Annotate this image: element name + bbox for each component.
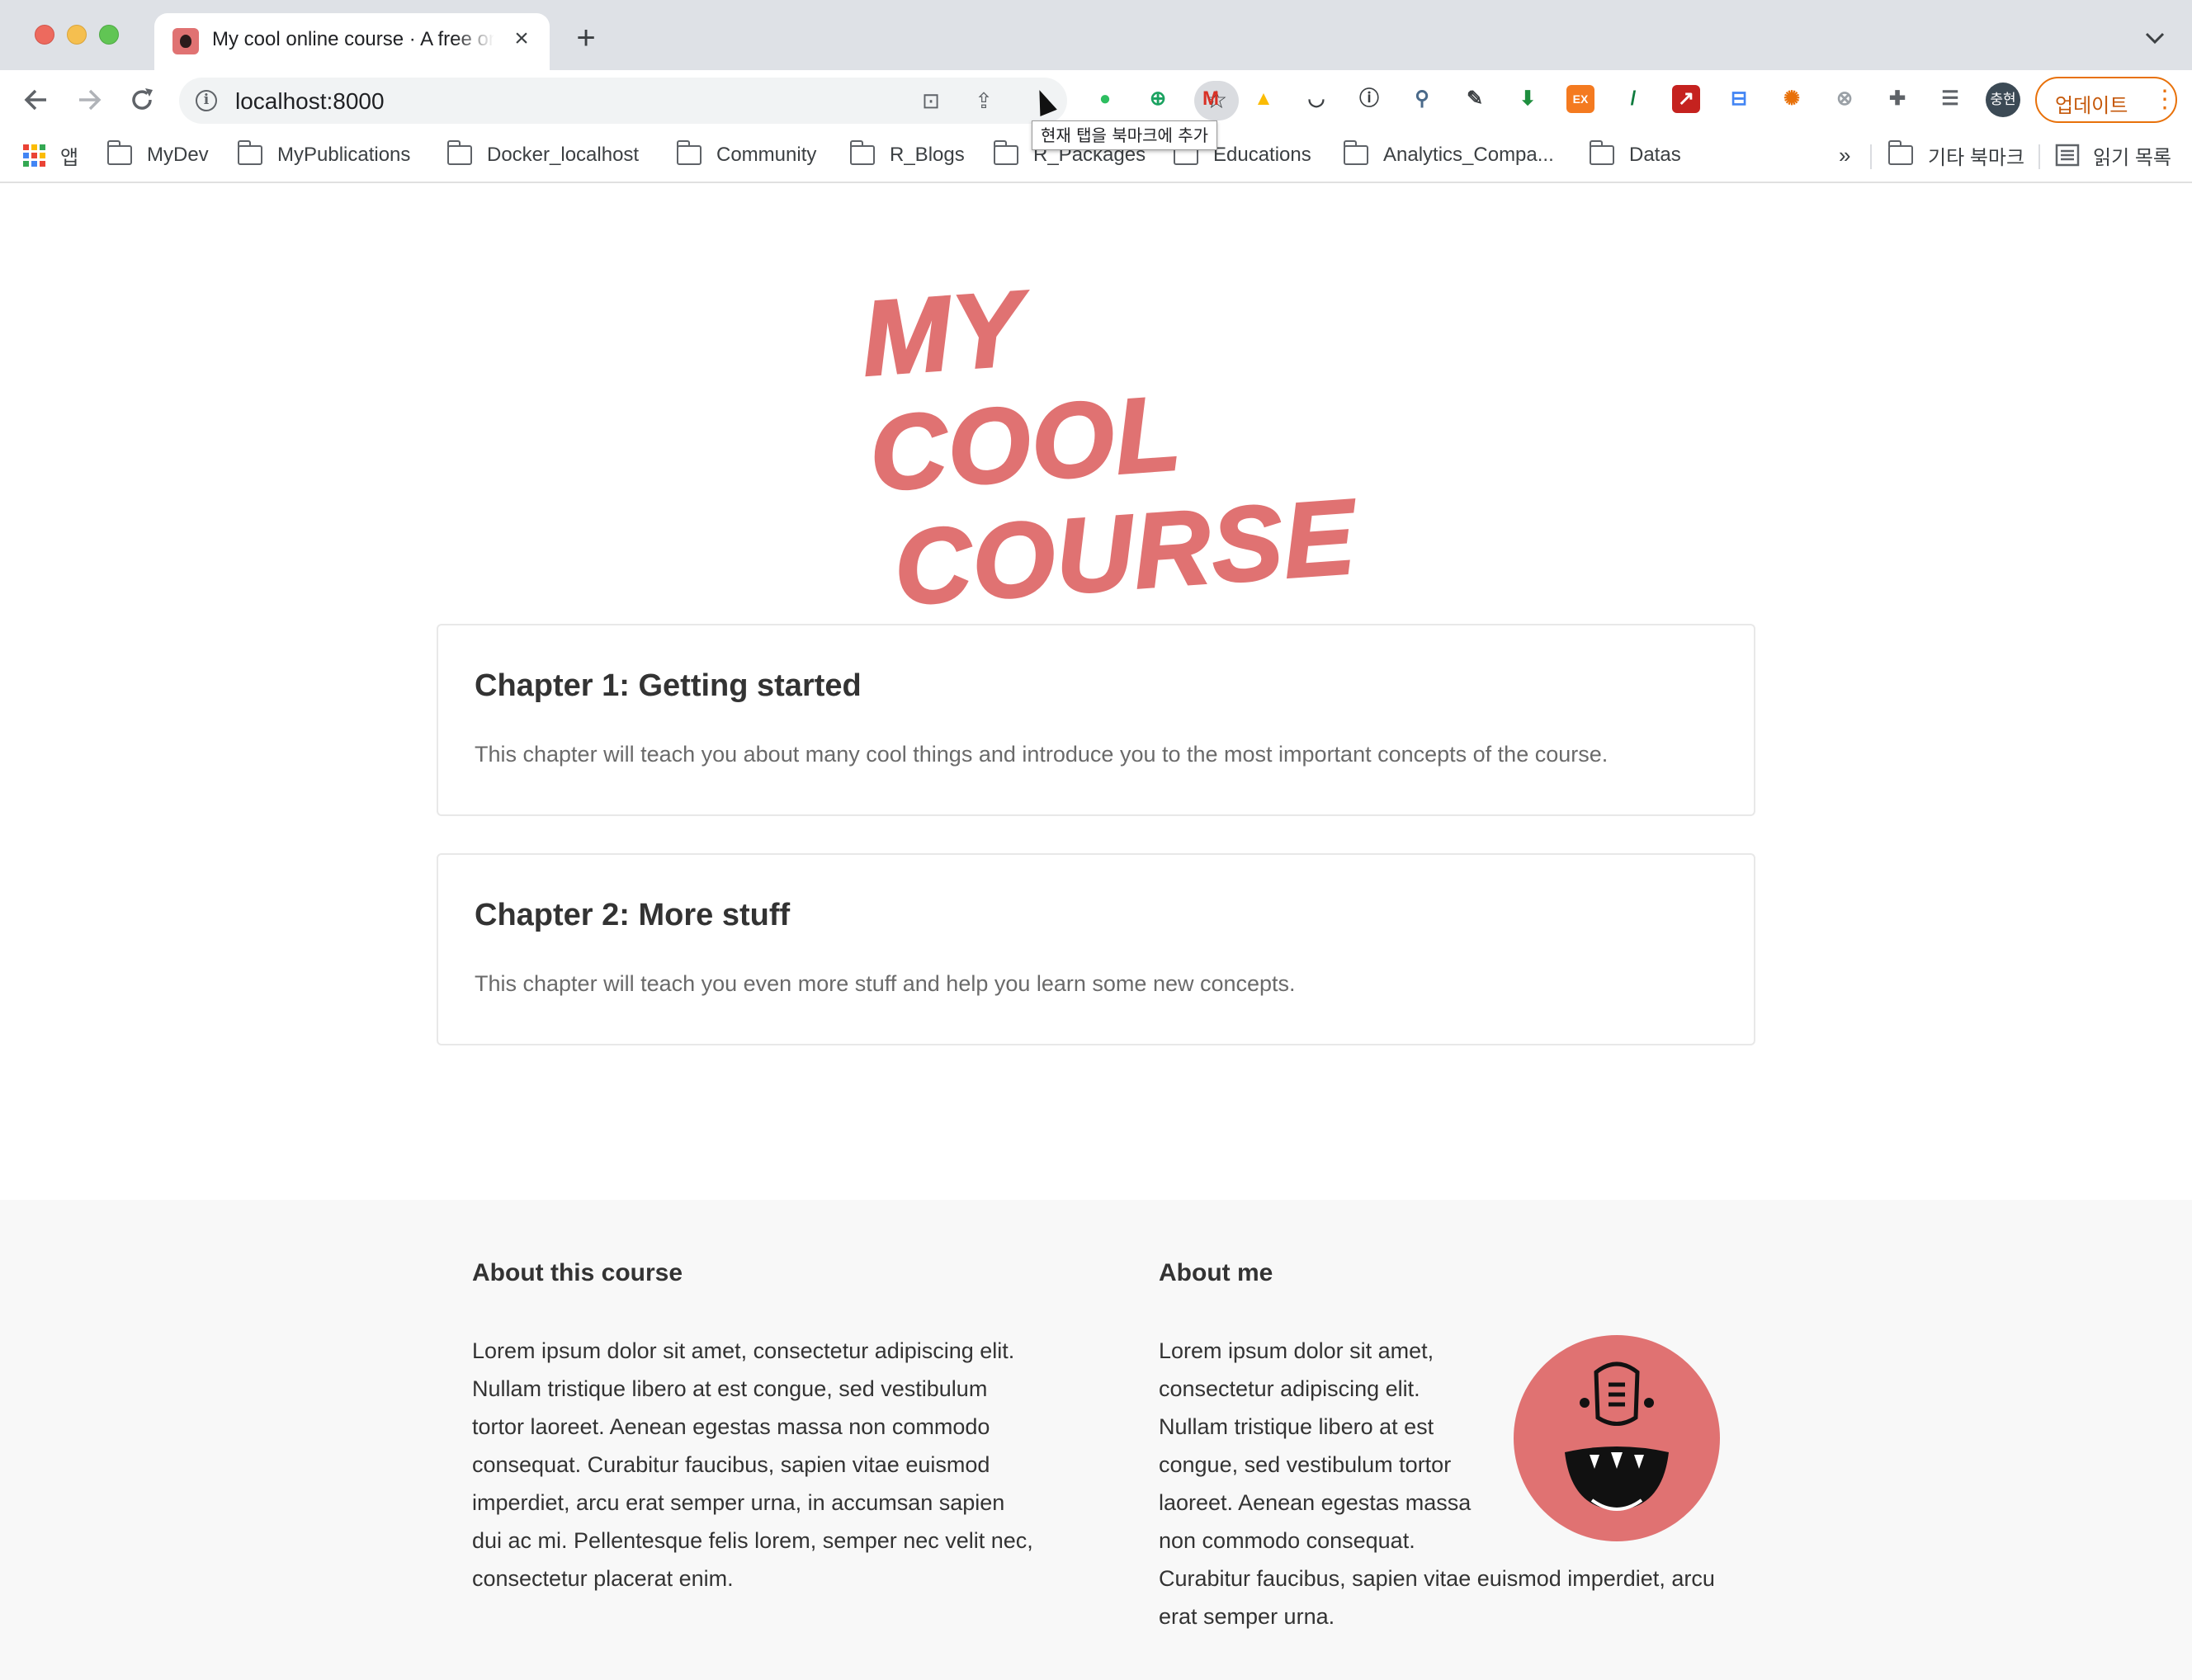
bookmark-folder-label: Community [716, 144, 817, 166]
bookmark-folder[interactable]: R_Blogs [849, 139, 965, 171]
course-main: MY COOL COURSE Chapter 1: Getting starte… [0, 183, 2192, 1200]
forward-arrow-icon[interactable] [74, 85, 104, 115]
window-extension-icon[interactable]: ⊟ [1725, 85, 1753, 113]
chapter-card[interactable]: Chapter 2: More stuff This chapter will … [437, 853, 1755, 1045]
folder-icon [446, 140, 472, 165]
pocket-extension-icon[interactable]: ◡ [1302, 85, 1330, 113]
bookmark-folder[interactable]: MyPublications [237, 139, 411, 171]
chapter-card[interactable]: Chapter 1: Getting started This chapter … [437, 624, 1755, 816]
browser-titlebar: My cool online course · A free online co… [0, 0, 2192, 70]
maximize-window-button[interactable] [99, 25, 119, 45]
sync-extension-icon[interactable]: ⊕ [1144, 85, 1172, 113]
chapter-title[interactable]: Chapter 1: Getting started [475, 668, 862, 704]
share-icon[interactable]: ⇪ [971, 88, 996, 113]
bookmark-apps-label: 앱 [60, 146, 79, 169]
bookmarks-divider [1870, 144, 1872, 169]
site-favicon-icon [172, 28, 199, 54]
minimize-window-button[interactable] [67, 25, 87, 45]
bookmark-folder-label: MyPublications [277, 144, 411, 166]
bookmark-folder[interactable]: Datas [1589, 139, 1681, 171]
folder-icon [676, 140, 702, 165]
profile-avatar[interactable]: 충현 [1986, 83, 2020, 117]
folder-icon [106, 140, 132, 165]
bookmark-tooltip: 현재 탭을 북마크에 추가 [1032, 120, 1218, 150]
author-avatar [1514, 1335, 1720, 1541]
disabled-extension-icon[interactable]: ⊗ [1831, 85, 1859, 113]
about-me-text-continued: Curabitur faucibus, sapien vitae euismod… [1159, 1566, 1715, 1629]
about-me-text: Lorem ipsum dolor sit amet, consectetur … [1159, 1338, 1472, 1553]
monster-face-icon [1565, 1361, 1669, 1511]
folder-icon [1343, 140, 1368, 165]
site-info-icon[interactable]: i [196, 90, 217, 111]
bookmark-folder[interactable]: MyDev [106, 139, 209, 171]
update-button[interactable]: 업데이트 ⋮ [2035, 77, 2177, 123]
ex-extension-icon[interactable]: EX [1566, 85, 1594, 113]
reading-list-icon [2055, 144, 2080, 167]
folder-icon [993, 140, 1018, 165]
bookmark-folder[interactable]: Community [676, 139, 817, 171]
extensions-puzzle-icon[interactable]: ✚ [1883, 85, 1911, 113]
address-url[interactable]: localhost:8000 [235, 88, 385, 115]
chapter-description: This chapter will teach you even more st… [475, 971, 1296, 996]
google-drive-extension-icon[interactable]: ▲ [1250, 85, 1278, 113]
browser-tab-active[interactable]: My cool online course · A free online co… [154, 13, 550, 70]
about-course-text: Lorem ipsum dolor sit amet, consectetur … [472, 1338, 1033, 1591]
update-label: 업데이트 [2055, 95, 2128, 117]
kebab-menu-icon[interactable]: ⋮ [2152, 85, 2177, 115]
password-extension-icon[interactable]: ⓘ [1355, 85, 1383, 113]
evernote-extension-icon[interactable]: ● [1091, 85, 1119, 113]
reload-icon[interactable] [127, 85, 157, 115]
reading-list-label: 읽기 목록 [2093, 146, 2171, 169]
arrow-extension-icon[interactable]: ↗ [1672, 85, 1700, 113]
gmail-extension-icon[interactable]: M [1197, 85, 1225, 113]
apps-grid-icon [23, 144, 45, 167]
download-extension-icon[interactable]: ⬇ [1514, 85, 1542, 113]
about-course-heading: About this course [472, 1259, 683, 1286]
color-wheel-extension-icon[interactable]: ✺ [1778, 85, 1806, 113]
eyedropper-extension-icon[interactable]: ✎ [1461, 85, 1489, 113]
reading-list-button[interactable]: 읽기 목록 [2055, 139, 2171, 171]
bookmark-folder-label: Analytics_Compa... [1383, 144, 1554, 166]
bookmark-folder-label: Datas [1629, 144, 1681, 166]
chapter-title[interactable]: Chapter 2: More stuff [475, 898, 790, 933]
tab-search-chevron-icon[interactable] [2142, 28, 2167, 48]
about-me-heading: About me [1159, 1259, 1273, 1286]
bookmarks-overflow-icon[interactable]: » [1839, 139, 1850, 171]
chapter-description: This chapter will teach you about many c… [475, 742, 1609, 767]
folder-icon [849, 140, 875, 165]
bookmark-folder[interactable]: Docker_localhost [446, 139, 640, 171]
bookmark-folder-label: MyDev [147, 144, 209, 166]
bookmark-other-folder[interactable]: 기타 북마크 [1887, 139, 2025, 171]
course-title-line1: MY COOL [857, 268, 1187, 515]
bookmarks-divider [2038, 144, 2040, 169]
address-bar[interactable]: i localhost:8000 ⊡ ⇪ ☆ [179, 78, 1239, 124]
bookmark-folder-label: R_Blogs [890, 144, 965, 166]
search-extension-icon[interactable]: ⚲ [1408, 85, 1436, 113]
media-queue-icon[interactable]: ☰ [1936, 85, 1964, 113]
slash-extension-icon[interactable]: / [1619, 85, 1647, 113]
bookmark-folder-label: Educations [1213, 144, 1311, 166]
course-footer: About this course Lorem ipsum dolor sit … [0, 1200, 2192, 1680]
bookmark-folder-label: Docker_localhost [487, 144, 640, 166]
bookmark-folder[interactable]: Analytics_Compa... [1343, 139, 1554, 171]
tab-title: My cool online course · A free online co… [212, 28, 494, 50]
bookmark-apps[interactable]: 앱 [23, 139, 78, 171]
close-tab-icon[interactable]: × [509, 26, 534, 51]
folder-icon [237, 140, 262, 165]
folder-icon [1589, 140, 1614, 165]
back-arrow-icon[interactable] [21, 85, 51, 115]
translate-icon[interactable]: ⊡ [919, 88, 943, 113]
folder-icon [1887, 140, 1913, 165]
other-bookmarks-label: 기타 북마크 [1928, 146, 2025, 169]
course-title: MY COOL COURSE [857, 248, 1377, 629]
close-window-button[interactable] [35, 25, 54, 45]
new-tab-button[interactable]: + [571, 21, 601, 54]
